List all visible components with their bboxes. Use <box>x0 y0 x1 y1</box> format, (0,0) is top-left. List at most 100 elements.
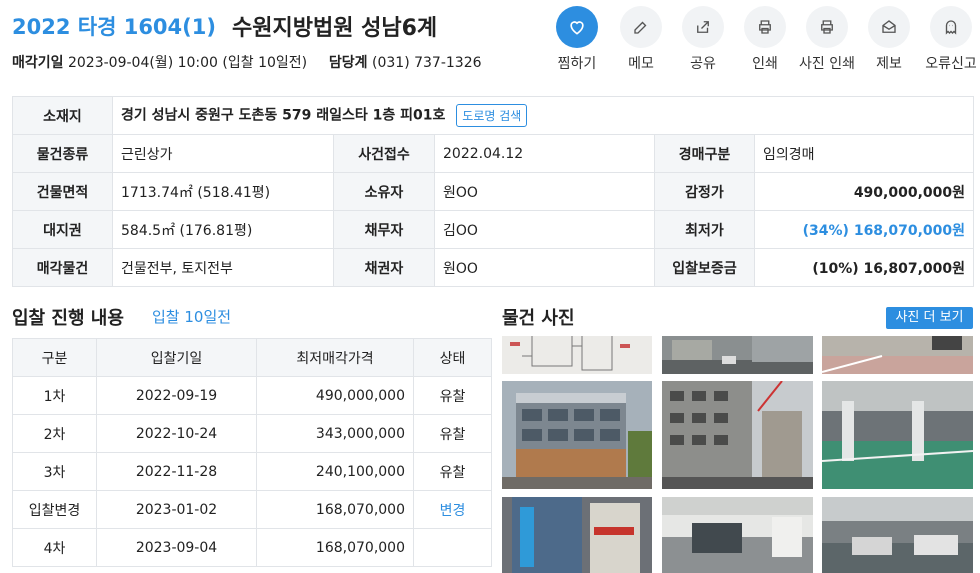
date-cell: 2023-09-04 <box>96 528 257 567</box>
price-cell: 168,070,000 <box>256 490 414 529</box>
column-header: 상태 <box>413 338 492 377</box>
floor-plan-photo[interactable] <box>502 336 652 374</box>
print-label: 인쇄 <box>752 56 778 72</box>
memo-button[interactable]: 메모 <box>609 6 673 73</box>
info-value: 원OO <box>434 248 655 287</box>
status-cell-changed: 변경 <box>413 490 492 529</box>
building-exterior-photo[interactable] <box>502 381 652 489</box>
info-label: 건물면적 <box>12 172 113 211</box>
round-cell: 1차 <box>12 376 97 415</box>
bidding-section-title: 입찰 진행 내용 <box>12 308 124 329</box>
bidding-table: 구분 입찰기일 최저매각가격 상태 1차 2022-09-19 490,000,… <box>12 338 492 567</box>
status-cell: 유찰 <box>413 414 492 453</box>
price-cell: 240,100,000 <box>256 452 414 491</box>
property-info-table: 소재지 경기 성남시 중원구 도촌동 579 래일스타 1층 피01호 도로명 … <box>12 96 975 287</box>
printer-icon <box>744 6 786 48</box>
info-value: 2022.04.12 <box>434 134 655 173</box>
price-cell: 168,070,000 <box>256 528 414 567</box>
shop-sign-photo[interactable] <box>502 497 652 573</box>
info-value: 584.5㎡ (176.81평) <box>112 210 334 249</box>
info-row: 매각물건 건물전부, 토지전부 채권자 원OO 입찰보증금 (10%) 16,8… <box>12 248 975 287</box>
building-side-photo[interactable] <box>662 381 813 489</box>
sale-date-label: 매각기일 <box>12 55 64 71</box>
dept-label: 담당계 <box>328 55 368 71</box>
info-label: 사건접수 <box>333 134 435 173</box>
table-row: 1차 2022-09-19 490,000,000 유찰 <box>12 376 492 415</box>
photos-section-title: 물건 사진 <box>502 308 575 329</box>
round-cell: 2차 <box>12 414 97 453</box>
favorite-button[interactable]: 찜하기 <box>545 6 609 73</box>
info-label: 대지권 <box>12 210 113 249</box>
pencil-icon <box>620 6 662 48</box>
date-cell: 2022-09-19 <box>96 376 257 415</box>
location-row: 소재지 경기 성남시 중원구 도촌동 579 래일스타 1층 피01호 도로명 … <box>12 96 975 135</box>
road-search-button[interactable]: 도로명 검색 <box>456 104 528 127</box>
info-value: 원OO <box>434 172 655 211</box>
error-report-label: 오류신고 <box>925 56 977 72</box>
info-label: 물건종류 <box>12 134 113 173</box>
info-label: 입찰보증금 <box>654 248 755 287</box>
status-cell <box>413 528 492 567</box>
building-entrance-photo[interactable] <box>662 497 813 573</box>
report-label: 제보 <box>876 56 902 72</box>
info-label: 감정가 <box>654 172 755 211</box>
share-button[interactable]: 공유 <box>671 6 735 73</box>
underground-parking-photo[interactable] <box>822 497 973 573</box>
favorite-label: 찜하기 <box>557 56 597 72</box>
table-row: 2차 2022-10-24 343,000,000 유찰 <box>12 414 492 453</box>
date-cell: 2023-01-02 <box>96 490 257 529</box>
table-row: 3차 2022-11-28 240,100,000 유찰 <box>12 452 492 491</box>
photo-printer-icon <box>806 6 848 48</box>
info-label: 매각물건 <box>12 248 113 287</box>
info-label: 최저가 <box>654 210 755 249</box>
heart-icon <box>556 6 598 48</box>
photo-print-label: 사진 인쇄 <box>799 56 855 72</box>
location-label: 소재지 <box>12 96 113 135</box>
case-number: 2022 타경 1604(1) <box>12 15 216 39</box>
street-photo[interactable] <box>662 336 813 374</box>
court-name: 수원지방법원 성남6계 <box>232 16 438 41</box>
price-cell: 490,000,000 <box>256 376 414 415</box>
info-label: 채권자 <box>333 248 435 287</box>
report-button[interactable]: 제보 <box>857 6 921 73</box>
info-row: 대지권 584.5㎡ (176.81평) 채무자 김OO 최저가 (34%) 1… <box>12 210 975 249</box>
column-header: 구분 <box>12 338 97 377</box>
info-value: 임의경매 <box>753 134 975 173</box>
memo-label: 메모 <box>628 56 654 72</box>
deposit-value: (10%) 16,807,000원 <box>753 248 975 287</box>
location-value: 경기 성남시 중원구 도촌동 579 래일스타 1층 피01호 <box>121 107 446 124</box>
parking-entrance-photo[interactable] <box>822 336 973 374</box>
location-cell: 경기 성남시 중원구 도촌동 579 래일스타 1층 피01호 도로명 검색 <box>111 96 975 135</box>
info-row: 물건종류 근린상가 사건접수 2022.04.12 경매구분 임의경매 <box>12 134 975 173</box>
minimum-price-value: (34%) 168,070,000원 <box>753 210 975 249</box>
round-cell: 3차 <box>12 452 97 491</box>
sale-date: 2023-09-04(월) 10:00 (입찰 10일전) <box>67 55 308 71</box>
action-bar: 찜하기 메모 공유 인쇄 사진 인쇄 제보 오류신고 <box>545 6 980 73</box>
info-row: 건물면적 1713.74㎡ (518.41평) 소유자 원OO 감정가 490,… <box>12 172 975 211</box>
bidding-header-row: 구분 입찰기일 최저매각가격 상태 <box>12 338 492 377</box>
info-label: 채무자 <box>333 210 435 249</box>
share-label: 공유 <box>690 56 716 72</box>
status-cell: 유찰 <box>413 452 492 491</box>
envelope-icon <box>868 6 910 48</box>
parking-garage-photo[interactable] <box>822 381 973 489</box>
table-row: 입찰변경 2023-01-02 168,070,000 변경 <box>12 490 492 529</box>
date-cell: 2022-11-28 <box>96 452 257 491</box>
column-header: 최저매각가격 <box>256 338 414 377</box>
info-value: 김OO <box>434 210 655 249</box>
share-icon <box>682 6 724 48</box>
date-cell: 2022-10-24 <box>96 414 257 453</box>
error-report-button[interactable]: 오류신고 <box>919 6 980 73</box>
table-row: 4차 2023-09-04 168,070,000 <box>12 528 492 567</box>
more-photos-button[interactable]: 사진 더 보기 <box>886 307 973 329</box>
column-header: 입찰기일 <box>96 338 257 377</box>
info-value: 1713.74㎡ (518.41평) <box>112 172 334 211</box>
status-cell: 유찰 <box>413 376 492 415</box>
bidding-countdown-link[interactable]: 입찰 10일전 <box>152 306 231 327</box>
price-cell: 343,000,000 <box>256 414 414 453</box>
appraisal-value: 490,000,000원 <box>753 172 975 211</box>
info-label: 소유자 <box>333 172 435 211</box>
print-button[interactable]: 인쇄 <box>733 6 797 73</box>
photo-print-button[interactable]: 사진 인쇄 <box>795 6 859 73</box>
dept-phone: (031) 737-1326 <box>372 55 482 71</box>
